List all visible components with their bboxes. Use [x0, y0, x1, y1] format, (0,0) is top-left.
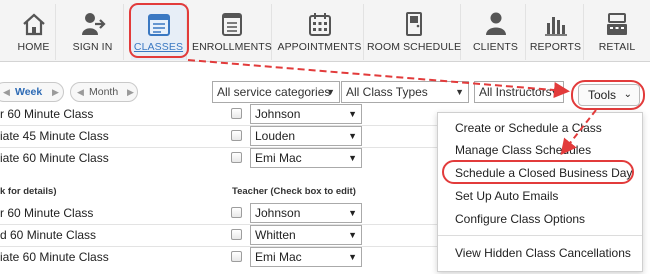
nav-room-schedule-label: ROOM SCHEDULE	[367, 41, 462, 53]
week-view-button[interactable]: ◀ Week ▶	[0, 82, 64, 102]
filter-toolbar: ◀ Week ▶ ◀ Month ▶ All service categorie…	[0, 80, 650, 104]
week-label: Week	[15, 86, 43, 98]
nav-clients-label: CLIENTS	[472, 41, 519, 53]
appointments-icon	[308, 13, 331, 36]
class-name[interactable]: d 60 Minute Class	[0, 224, 96, 246]
service-category-value: All service categories	[217, 85, 331, 99]
chevron-left-icon: ◀	[77, 87, 84, 97]
instructor-select[interactable]: All Instructors ▼	[474, 81, 564, 103]
instructor-value: All Instructors	[479, 85, 552, 99]
section-header-details: k for details)	[0, 186, 57, 197]
teacher-select[interactable]: Johnson ▼	[250, 203, 362, 223]
class-name[interactable]: r 60 Minute Class	[0, 103, 93, 125]
enrollments-icon	[221, 13, 242, 36]
nav-retail-label: RETAIL	[598, 41, 636, 53]
menu-item-set-up-auto-emails[interactable]: Set Up Auto Emails	[455, 189, 558, 203]
nav-retail[interactable]: RETAIL	[588, 4, 646, 60]
section-header-teacher: Teacher (Check box to edit)	[232, 186, 356, 197]
chevron-left-icon: ◀	[3, 87, 10, 97]
sign-in-icon	[81, 13, 106, 35]
service-category-select[interactable]: All service categories ▼	[212, 81, 340, 103]
teacher-edit-checkbox[interactable]	[231, 229, 242, 240]
nav-reports[interactable]: REPORTS	[528, 4, 584, 60]
caret-down-icon: ▼	[455, 87, 464, 97]
menu-item-create-schedule-class[interactable]: Create or Schedule a Class	[455, 121, 602, 135]
caret-down-icon: ▼	[348, 252, 357, 262]
teacher-value: Johnson	[255, 107, 301, 121]
nav-appointments[interactable]: APPOINTMENTS	[276, 4, 364, 60]
table-row: iate 45 Minute Class Louden ▼	[0, 125, 430, 147]
nav-home[interactable]: HOME	[12, 4, 56, 60]
register-icon	[607, 13, 627, 35]
caret-down-icon: ▼	[348, 230, 357, 240]
menu-item-manage-class-schedules[interactable]: Manage Class Schedules	[455, 143, 591, 157]
menu-item-view-hidden-cancellations[interactable]: View Hidden Class Cancellations	[455, 246, 631, 260]
month-view-button[interactable]: ◀ Month ▶	[70, 82, 138, 102]
teacher-value: Louden	[255, 129, 296, 143]
teacher-edit-checkbox[interactable]	[231, 251, 242, 262]
caret-down-icon: ▼	[326, 87, 335, 97]
table-row: r 60 Minute Class Johnson ▼	[0, 202, 430, 224]
caret-down-icon: ▼	[550, 87, 559, 97]
class-name[interactable]: iate 60 Minute Class	[0, 246, 109, 268]
class-name[interactable]: r 60 Minute Class	[0, 202, 93, 224]
nav-enrollments[interactable]: ENROLLMENTS	[192, 4, 272, 60]
nav-sign-in-label: SIGN IN	[72, 41, 113, 53]
home-icon	[22, 13, 45, 36]
month-label: Month	[89, 86, 119, 98]
table-row: r 60 Minute Class Johnson ▼	[0, 103, 430, 125]
teacher-select[interactable]: Johnson ▼	[250, 104, 362, 124]
teacher-select[interactable]: Emi Mac ▼	[250, 148, 362, 168]
chevron-right-icon: ▶	[52, 87, 59, 97]
caret-down-icon: ▼	[348, 109, 357, 119]
teacher-value: Johnson	[255, 206, 301, 220]
teacher-select[interactable]: Whitten ▼	[250, 225, 362, 245]
nav-clients[interactable]: CLIENTS	[466, 4, 526, 60]
nav-room-schedule[interactable]: ROOM SCHEDULE	[367, 4, 461, 60]
nav-sign-in[interactable]: SIGN IN	[62, 4, 124, 60]
teacher-select[interactable]: Emi Mac ▼	[250, 247, 362, 267]
caret-down-icon: ▼	[348, 208, 357, 218]
menu-item-configure-class-options[interactable]: Configure Class Options	[455, 212, 585, 226]
nav-reports-label: REPORTS	[529, 41, 582, 53]
teacher-edit-checkbox[interactable]	[231, 207, 242, 218]
classes-highlight-ring	[129, 3, 189, 58]
menu-divider	[438, 235, 642, 236]
table-row: d 60 Minute Class Whitten ▼	[0, 224, 430, 246]
door-icon	[405, 12, 422, 36]
top-navigation-bar: HOME SIGN IN CLASSES ENROLLMENTS APPOINT…	[0, 0, 650, 62]
teacher-value: Emi Mac	[255, 250, 302, 264]
caret-down-icon: ▼	[348, 153, 357, 163]
chevron-right-icon: ▶	[127, 87, 134, 97]
table-row: iate 60 Minute Class Emi Mac ▼	[0, 147, 430, 169]
nav-home-label: HOME	[17, 41, 50, 53]
teacher-value: Emi Mac	[255, 151, 302, 165]
class-type-select[interactable]: All Class Types ▼	[341, 81, 469, 103]
tools-highlight-ring	[571, 80, 645, 110]
closed-business-day-highlight-ring	[442, 160, 634, 184]
nav-enrollments-label: ENROLLMENTS	[192, 41, 272, 53]
class-name[interactable]: iate 60 Minute Class	[0, 147, 109, 169]
teacher-edit-checkbox[interactable]	[231, 108, 242, 119]
teacher-edit-checkbox[interactable]	[231, 152, 242, 163]
person-icon	[485, 12, 506, 35]
class-type-value: All Class Types	[346, 85, 428, 99]
tools-dropdown-menu: Create or Schedule a Class Manage Class …	[437, 112, 643, 272]
teacher-edit-checkbox[interactable]	[231, 130, 242, 141]
class-name[interactable]: iate 45 Minute Class	[0, 125, 109, 147]
nav-appointments-label: APPOINTMENTS	[277, 41, 362, 53]
bar-chart-icon	[544, 17, 567, 36]
table-row: iate 60 Minute Class Emi Mac ▼	[0, 246, 430, 268]
teacher-value: Whitten	[255, 228, 296, 242]
teacher-select[interactable]: Louden ▼	[250, 126, 362, 146]
caret-down-icon: ▼	[348, 131, 357, 141]
